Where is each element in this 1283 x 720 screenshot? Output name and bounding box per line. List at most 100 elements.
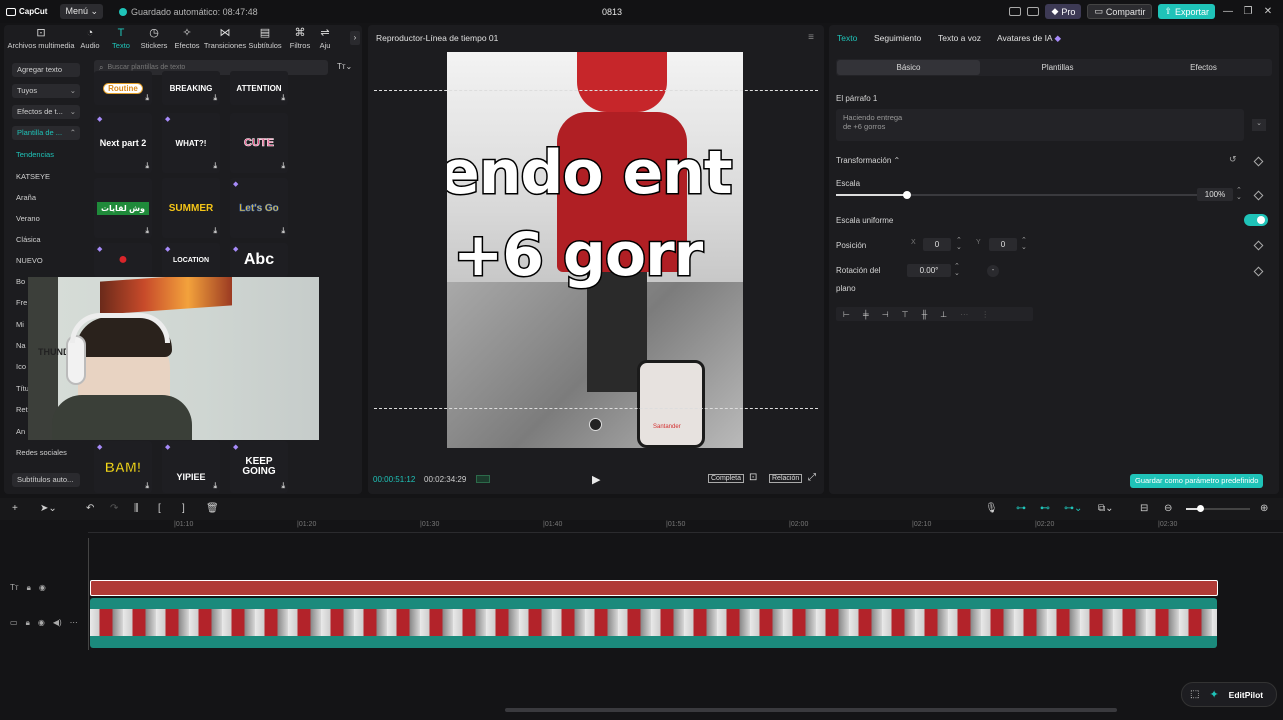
eye-icon[interactable]: ◉	[38, 618, 45, 628]
zoom-out-icon[interactable]: ⊖	[1164, 503, 1172, 514]
subtitle-track-icon[interactable]: ⊟	[1140, 503, 1148, 514]
add-text-button[interactable]: Agregar texto	[12, 63, 80, 77]
split-left-icon[interactable]: [	[158, 503, 161, 514]
magnet-icon[interactable]: ⊶	[1016, 503, 1026, 514]
preview-axis-icon[interactable]: ⊶⌄	[1064, 503, 1082, 514]
chevron-right-icon[interactable]: ›	[350, 31, 360, 45]
eye-icon[interactable]: ◉	[39, 583, 46, 593]
crop-icon[interactable]: ⊡	[749, 472, 757, 483]
caption-line-2[interactable]: +6 gorr	[451, 219, 704, 292]
replace-icon[interactable]: ⧉⌄	[1098, 503, 1114, 514]
template-bam[interactable]: ◆ BAM! ⤓	[94, 441, 152, 493]
tab-audio[interactable]: ◔ Audio	[76, 28, 104, 51]
template-next-part[interactable]: ◆ Next part 2 ⤓	[94, 113, 152, 173]
templates-dropdown[interactable]: Plantilla de ... ⌃	[12, 126, 80, 140]
zoom-slider[interactable]	[1186, 505, 1250, 512]
lock-icon[interactable]: 🔒︎	[26, 618, 30, 628]
sidebar-item-ret[interactable]: Ret	[16, 403, 28, 417]
editpilot-widget[interactable]: ⬚ ✦ EditPilot	[1181, 682, 1277, 707]
scale-slider-knob[interactable]	[903, 191, 911, 199]
subtab-effects[interactable]: Efectos	[1132, 60, 1275, 75]
undo-icon[interactable]: ↶	[86, 503, 94, 514]
split-icon[interactable]: ⫼	[134, 503, 139, 514]
align-bottom-icon[interactable]: ⊥	[940, 310, 947, 319]
paragraph-dropdown-icon[interactable]: ⌄	[1252, 119, 1266, 131]
sidebar-item-new[interactable]: NUEVO	[16, 254, 43, 268]
align-left-icon[interactable]: ⊢	[843, 310, 850, 319]
select-tool-icon[interactable]: ➤⌄	[40, 503, 57, 514]
sidebar-item-trends[interactable]: Tendencias	[16, 148, 54, 162]
position-x-input[interactable]: 0	[923, 238, 951, 251]
sidebar-item-an[interactable]: An	[16, 425, 25, 439]
template-routine[interactable]: Routine ⤓	[94, 71, 152, 105]
layout-icon[interactable]	[1009, 7, 1022, 16]
tab-filters[interactable]: ⌘ Filtros	[284, 28, 316, 51]
keyframe-icon[interactable]	[1253, 240, 1264, 251]
distribute-v-icon[interactable]: ⋮	[981, 310, 989, 319]
yours-dropdown[interactable]: Tuyos ⌄	[12, 84, 80, 98]
tab-tracking[interactable]: Seguimiento	[874, 33, 921, 43]
add-track-icon[interactable]: +	[12, 503, 18, 514]
sidebar-item-spider[interactable]: Araña	[16, 191, 36, 205]
template-abc[interactable]: ◆ Abc	[230, 243, 288, 277]
template-arabic[interactable]: وش لقايات ⤓	[94, 178, 152, 238]
sidebar-item-summer[interactable]: Verano	[16, 212, 40, 226]
uniform-scale-toggle[interactable]	[1244, 214, 1268, 226]
align-top-icon[interactable]: ⊤	[902, 310, 909, 319]
timeline-scrollbar[interactable]	[505, 708, 1117, 712]
tab-text-props[interactable]: Texto	[837, 33, 857, 43]
text-effects-dropdown[interactable]: Efectos de t... ⌄	[12, 105, 80, 119]
tab-text[interactable]: T Texto	[104, 28, 138, 51]
tab-ai-avatars[interactable]: Avatares de IA ◆	[997, 33, 1061, 44]
export-button[interactable]: ⇪ Exportar	[1158, 4, 1215, 19]
shortcut-icon[interactable]	[1027, 7, 1040, 16]
delete-icon[interactable]: 🗑	[206, 503, 219, 514]
download-icon[interactable]: ⤓	[281, 226, 285, 236]
maximize-icon[interactable]: ❐	[1241, 6, 1255, 17]
rotation-dial-icon[interactable]: -	[987, 265, 999, 277]
video-preview[interactable]: Santander endo ent +6 gorr	[447, 52, 743, 448]
speaker-icon[interactable]: ◀)	[53, 618, 62, 628]
minimize-icon[interactable]: —	[1221, 6, 1235, 17]
sidebar-item-mi[interactable]: Mi	[16, 318, 24, 332]
tab-transitions[interactable]: ⋈ Transiciones	[204, 28, 246, 51]
template-keep-going[interactable]: ◆ KEEP GOING ⤓	[230, 441, 288, 493]
paragraph-textarea[interactable]: Haciendo entrega de +6 gorros	[836, 109, 1244, 141]
zoom-in-icon[interactable]: ⊕	[1260, 503, 1268, 514]
sidebar-item-fre[interactable]: Fre	[16, 296, 27, 310]
transform-section[interactable]: Transformación ⌃	[836, 156, 900, 165]
player-menu-icon[interactable]: ≡	[808, 32, 814, 43]
font-filter-icon[interactable]: Tт⌄	[337, 62, 352, 71]
template-yipiee[interactable]: ◆ YIPIEE ⤓	[162, 441, 220, 493]
sidebar-item-classic[interactable]: Clásica	[16, 233, 41, 247]
keyframe-icon[interactable]	[1253, 190, 1264, 201]
align-center-h-icon[interactable]: ╪	[863, 310, 869, 319]
ratio-button[interactable]: Relación	[769, 474, 803, 483]
split-right-icon[interactable]: ]	[182, 503, 185, 514]
download-icon[interactable]: ⤓	[145, 226, 149, 236]
scale-input[interactable]: 100%	[1197, 188, 1233, 201]
sidebar-item-ico[interactable]: Ico	[16, 360, 26, 374]
download-icon[interactable]: ⤓	[213, 481, 217, 491]
link-icon[interactable]: ⊷	[1040, 503, 1050, 514]
auto-subtitles-button[interactable]: Subtítulos auto...	[12, 473, 80, 487]
subtab-templates[interactable]: Plantillas	[986, 60, 1129, 75]
tab-stickers[interactable]: ◷ Stickers	[138, 28, 170, 51]
template-pin[interactable]: ◆ ●	[94, 243, 152, 277]
subtab-basic[interactable]: Básico	[837, 60, 980, 75]
reset-icon[interactable]: ↺	[1229, 154, 1237, 165]
download-icon[interactable]: ⤓	[213, 161, 217, 171]
microphone-icon[interactable]: 🎙	[985, 503, 998, 514]
template-what[interactable]: ◆ WHAT?! ⤓	[162, 113, 220, 173]
lock-icon[interactable]: 🔒︎	[27, 583, 31, 593]
download-icon[interactable]: ⤓	[213, 93, 217, 103]
sidebar-item-titles[interactable]: Títu	[16, 382, 29, 396]
full-quality-button[interactable]: Completa	[708, 474, 744, 483]
scale-stepper-icon[interactable]: ⌃ ⌄	[1236, 187, 1242, 201]
scale-slider[interactable]	[836, 191, 1200, 199]
sidebar-item-social[interactable]: Redes sociales	[16, 446, 67, 460]
align-right-icon[interactable]: ⊣	[882, 310, 889, 319]
download-icon[interactable]: ⤓	[145, 481, 149, 491]
download-icon[interactable]: ⤓	[281, 161, 285, 171]
tab-media[interactable]: ⊡ Archivos multimedia	[6, 28, 76, 51]
